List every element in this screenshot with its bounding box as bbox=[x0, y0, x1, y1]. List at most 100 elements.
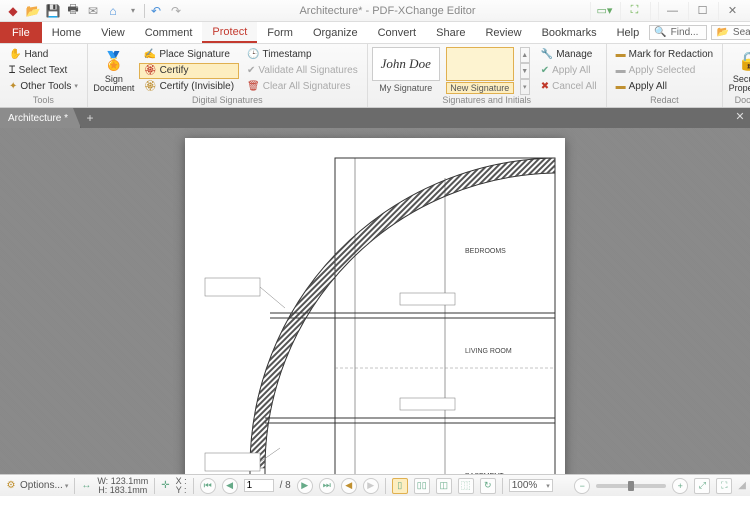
tab-home[interactable]: Home bbox=[42, 22, 91, 43]
dimensions-readout: W: 123.1mm H: 183.1mm bbox=[97, 477, 148, 495]
certify-button[interactable]: 🏵Certify bbox=[139, 63, 239, 79]
first-page-button[interactable]: ⏮ bbox=[200, 478, 216, 494]
group-digital-signatures: 🏅 Sign Document ✍Place Signature 🏵Certif… bbox=[88, 44, 368, 107]
status-bar: ⚙Options...▾ ↔ W: 123.1mm H: 183.1mm ✛ X… bbox=[0, 474, 750, 496]
open-icon[interactable]: 📂 bbox=[24, 2, 42, 20]
file-tab[interactable]: File bbox=[0, 22, 42, 43]
signature-preview[interactable]: John Doe bbox=[372, 47, 440, 81]
mark-redaction-button[interactable]: ▬Mark for Redaction bbox=[611, 47, 718, 63]
save-icon[interactable]: 💾 bbox=[44, 2, 62, 20]
crosshair-icon[interactable]: ✛ bbox=[161, 480, 169, 491]
launch-icon[interactable]: ⛶ bbox=[620, 2, 648, 20]
clear-signatures-button[interactable]: 🗑Clear All Signatures bbox=[242, 79, 363, 95]
zoom-in-button[interactable]: + bbox=[672, 478, 688, 494]
tab-comment[interactable]: Comment bbox=[135, 22, 203, 43]
place-signature-button[interactable]: ✍Place Signature bbox=[139, 47, 239, 63]
layout-facing-button[interactable]: ◫ bbox=[436, 478, 452, 494]
group-redact: ▬Mark for Redaction ▬Apply Selected ▬App… bbox=[607, 44, 723, 107]
window-title: Architecture* - PDF-XChange Editor bbox=[185, 5, 590, 17]
arrow-left-icon[interactable]: ↔ bbox=[81, 480, 91, 491]
maximize-button[interactable]: ☐ bbox=[688, 2, 716, 20]
close-button[interactable]: ✕ bbox=[718, 2, 746, 20]
hand-tool-button[interactable]: ✋Hand bbox=[4, 47, 83, 63]
next-page-button[interactable]: ▶ bbox=[297, 478, 313, 494]
zoom-value[interactable]: 100%▾ bbox=[509, 479, 553, 492]
redo-icon[interactable]: ↷ bbox=[167, 2, 185, 20]
prev-page-button[interactable]: ◀ bbox=[222, 478, 238, 494]
undo-icon[interactable]: ↶ bbox=[147, 2, 165, 20]
validate-signatures-button[interactable]: ✔Validate All Signatures bbox=[242, 63, 363, 79]
app-icon: ◆ bbox=[4, 2, 22, 20]
layout-single-button[interactable]: ▯ bbox=[392, 478, 408, 494]
find-icon: 🔍 bbox=[654, 27, 666, 38]
new-signature-box[interactable] bbox=[446, 47, 514, 81]
sign-document-button[interactable]: 🏅 Sign Document bbox=[92, 47, 136, 95]
xy-readout: X :Y : bbox=[176, 477, 187, 495]
quick-access-toolbar: ◆ 📂 💾 🖶 ✉ ⌂ ▾ ↶ ↷ bbox=[4, 2, 185, 20]
room-bedrooms: BEDROOMS bbox=[465, 248, 506, 255]
page-total: / 8 bbox=[280, 480, 291, 491]
page-number-input[interactable] bbox=[244, 479, 274, 492]
tab-share[interactable]: Share bbox=[426, 22, 475, 43]
sig-expand[interactable]: ▾ bbox=[520, 79, 530, 95]
apply-selected-redaction-button[interactable]: ▬Apply Selected bbox=[611, 63, 718, 79]
tab-review[interactable]: Review bbox=[475, 22, 531, 43]
gear-icon: ⚙ bbox=[4, 479, 18, 493]
other-tools-button[interactable]: ✦Other Tools▾ bbox=[4, 79, 83, 95]
ribbon-tabs: File Home View Comment Protect Form Orga… bbox=[0, 22, 750, 44]
security-properties-button[interactable]: 🔒 Security Properties bbox=[727, 47, 750, 95]
nav-back-button[interactable]: ◀ bbox=[341, 478, 357, 494]
scan-icon[interactable]: ⌂ bbox=[104, 2, 122, 20]
tab-protect[interactable]: Protect bbox=[202, 22, 257, 43]
apply-all-icon: ✔ bbox=[541, 64, 549, 78]
timestamp-button[interactable]: 🕒Timestamp bbox=[242, 47, 363, 63]
ui-options-icon[interactable]: ▭▾ bbox=[590, 2, 618, 20]
minimize-button[interactable]: — bbox=[658, 2, 686, 20]
tab-organize[interactable]: Organize bbox=[303, 22, 368, 43]
close-tab-button[interactable]: ✕ bbox=[732, 110, 748, 123]
search-box[interactable]: 📂Search... bbox=[711, 25, 750, 40]
certify-invisible-button[interactable]: 🏵Certify (Invisible) bbox=[139, 79, 239, 95]
cancel-all-icon: ✖ bbox=[541, 80, 549, 94]
zoom-slider[interactable] bbox=[596, 484, 666, 488]
mail-icon[interactable]: ✉ bbox=[84, 2, 102, 20]
lock-icon: 🔒 bbox=[737, 49, 750, 73]
resize-grip-icon[interactable]: ◢ bbox=[738, 480, 746, 491]
options-button[interactable]: ⚙Options...▾ bbox=[4, 479, 68, 493]
sig-scroll-up[interactable]: ▲ bbox=[520, 47, 530, 63]
fit-page-button[interactable]: ⛶ bbox=[716, 478, 732, 494]
qat-dropdown-icon[interactable]: ▾ bbox=[124, 2, 142, 20]
text-select-icon: Ꮖ bbox=[9, 64, 16, 78]
apply-all-signatures-button[interactable]: ✔Apply All bbox=[536, 63, 602, 79]
my-signature-label[interactable]: My Signature bbox=[379, 82, 432, 94]
tab-help[interactable]: Help bbox=[607, 22, 650, 43]
tab-form[interactable]: Form bbox=[257, 22, 303, 43]
find-box[interactable]: 🔍Find... bbox=[649, 25, 707, 40]
new-signature-label[interactable]: New Signature bbox=[446, 82, 514, 94]
sig-scroll-down[interactable]: ▼ bbox=[520, 63, 530, 79]
tab-convert[interactable]: Convert bbox=[368, 22, 427, 43]
layout-continuous-button[interactable]: ▯▯ bbox=[414, 478, 430, 494]
title-bar: ◆ 📂 💾 🖶 ✉ ⌂ ▾ ↶ ↷ Architecture* - PDF-XC… bbox=[0, 0, 750, 22]
fit-width-button[interactable]: ⤢ bbox=[694, 478, 710, 494]
document-tab[interactable]: Architecture * bbox=[0, 108, 81, 128]
select-text-button[interactable]: ᏆSelect Text bbox=[4, 63, 83, 79]
cancel-all-signatures-button[interactable]: ✖Cancel All bbox=[536, 79, 602, 95]
print-icon[interactable]: 🖶 bbox=[64, 2, 82, 20]
zoom-out-button[interactable]: − bbox=[574, 478, 590, 494]
last-page-button[interactable]: ⏭ bbox=[319, 478, 335, 494]
add-tab-button[interactable]: + bbox=[81, 108, 99, 128]
manage-icon: 🔧 bbox=[541, 48, 553, 62]
sign-document-icon: 🏅 bbox=[102, 49, 126, 73]
manage-signatures-button[interactable]: 🔧Manage bbox=[536, 47, 602, 63]
layout-book-button[interactable]: ⿲ bbox=[458, 478, 474, 494]
nav-fwd-button[interactable]: ▶ bbox=[363, 478, 379, 494]
apply-all-redaction-button[interactable]: ▬Apply All bbox=[611, 79, 718, 95]
certify-invisible-icon: 🏵 bbox=[144, 80, 157, 94]
tab-bookmarks[interactable]: Bookmarks bbox=[532, 22, 607, 43]
rotate-button[interactable]: ↻ bbox=[480, 478, 496, 494]
document-viewport[interactable]: BEDROOMS LIVING ROOM BASEMENT bbox=[0, 128, 750, 474]
tab-view[interactable]: View bbox=[91, 22, 135, 43]
document-page: BEDROOMS LIVING ROOM BASEMENT bbox=[185, 138, 565, 474]
group-label-digsig: Digital Signatures bbox=[92, 95, 363, 107]
